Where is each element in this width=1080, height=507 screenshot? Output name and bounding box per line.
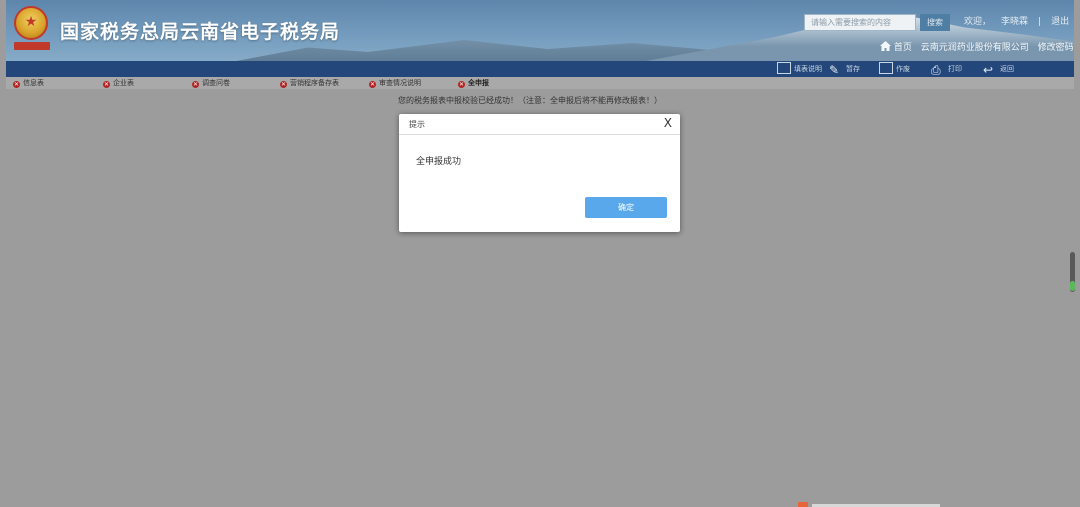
tab-info-sheet[interactable]: ✕ 信息表 — [13, 78, 44, 88]
tab-dot-icon: ✕ — [103, 81, 110, 88]
toolbar: 填表说明 ✎ 暂存 作废 ⎙ 打印 ↩ 返回 — [6, 61, 1074, 77]
close-icon[interactable]: X — [664, 116, 672, 130]
emblem-ribbon — [14, 42, 50, 50]
logout-link[interactable]: 退出 — [1051, 17, 1069, 27]
printer-icon: ⎙ — [931, 63, 941, 77]
change-password-link[interactable]: 修改密码 — [1038, 43, 1074, 53]
user-name-link[interactable]: 李晓霖 — [1001, 17, 1028, 27]
home-link[interactable]: 首页 — [894, 43, 912, 53]
void-icon — [879, 62, 893, 74]
print-button[interactable]: ⎙ 打印 — [931, 62, 962, 76]
company-name: 云南元润药业股份有限公司 — [920, 43, 1029, 53]
tab-survey[interactable]: ✕ 调查问卷 — [192, 78, 230, 88]
fill-instructions-button[interactable]: 填表说明 — [777, 62, 822, 76]
top-links: 欢迎， 李晓霖 | 退出 — [964, 14, 1074, 27]
taskbar-mark — [798, 502, 808, 507]
home-icon[interactable] — [880, 41, 891, 51]
sub-links: 首页 云南元润药业股份有限公司 修改密码 — [880, 40, 1074, 53]
header-banner: ★ 国家税务总局云南省电子税务局 请输入需要搜索的内容 搜索 欢迎， 李晓霖 | 退出… — [6, 0, 1074, 61]
dialog-title: 提示 — [409, 120, 425, 129]
back-arrow-icon: ↩ — [983, 63, 994, 77]
confirm-button[interactable]: 确定 — [585, 197, 667, 218]
site-title: 国家税务总局云南省电子税务局 — [60, 21, 341, 43]
tax-emblem-icon: ★ — [14, 6, 48, 40]
tab-enterprise-sheet[interactable]: ✕ 企业表 — [103, 78, 134, 88]
tab-dot-icon: ✕ — [192, 81, 199, 88]
save-draft-button[interactable]: ✎ 暂存 — [829, 62, 860, 76]
validation-notice: 您的税务报表中报校验已经成功！（注意：全申报后将不能再修改报表！） — [398, 96, 662, 105]
void-button[interactable]: 作废 — [879, 62, 910, 76]
back-button[interactable]: ↩ 返回 — [983, 62, 1014, 76]
tab-dot-icon: ✕ — [369, 81, 376, 88]
tab-bar: ✕ 信息表 ✕ 企业表 ✕ 调查问卷 ✕ 营销程序备存表 ✕ 审查情况说明 ✕ 全申报 — [6, 77, 1074, 89]
tab-full-declaration[interactable]: ✕ 全申报 — [458, 78, 489, 88]
search-input[interactable]: 请输入需要搜索的内容 — [804, 14, 916, 31]
tab-marketing-record[interactable]: ✕ 营销程序备存表 — [280, 78, 339, 88]
divider: | — [1038, 17, 1042, 27]
dialog-header: 提示 X — [399, 114, 680, 135]
pencil-icon: ✎ — [829, 63, 840, 77]
welcome-text: 欢迎， — [964, 17, 992, 27]
tab-review-notes[interactable]: ✕ 审查情况说明 — [369, 78, 421, 88]
search-button[interactable]: 搜索 — [920, 14, 950, 31]
tab-dot-icon: ✕ — [13, 81, 20, 88]
alert-dialog: 提示 X 全申报成功 确定 — [399, 114, 680, 232]
tab-dot-icon: ✕ — [458, 81, 465, 88]
dialog-message: 全申报成功 — [416, 157, 462, 167]
document-icon — [777, 62, 791, 74]
scrollbar-thumb[interactable] — [1070, 281, 1075, 291]
tab-dot-icon: ✕ — [280, 81, 287, 88]
